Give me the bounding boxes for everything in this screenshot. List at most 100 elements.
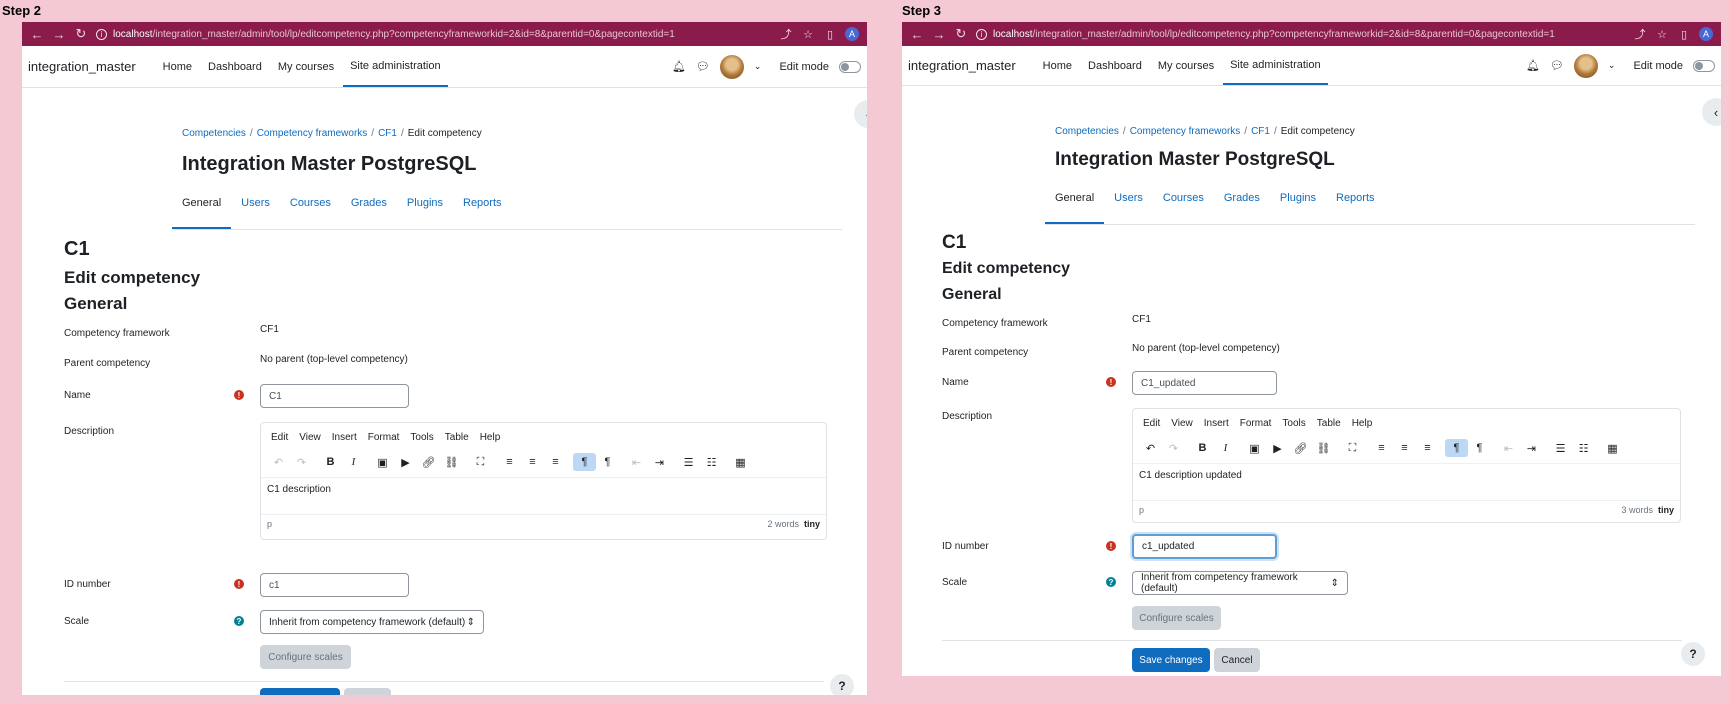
bullet-list-icon[interactable]: ☰ <box>677 453 700 471</box>
name-input[interactable]: C1 <box>260 384 409 408</box>
nav-my-courses[interactable]: My courses <box>271 46 341 87</box>
star-icon[interactable]: ☆ <box>801 28 815 41</box>
nav-home[interactable]: Home <box>156 46 199 87</box>
align-center-icon[interactable]: ≡ <box>1393 439 1416 457</box>
undo-icon[interactable]: ↶ <box>267 453 290 471</box>
forward-icon[interactable]: → <box>932 27 946 42</box>
ltr-icon[interactable]: ¶ <box>1445 439 1468 457</box>
menu-view[interactable]: View <box>1171 418 1193 429</box>
breadcrumb-competencies[interactable]: Competencies <box>1055 126 1119 137</box>
tab-users[interactable]: Users <box>231 197 280 229</box>
tab-reports[interactable]: Reports <box>453 197 512 229</box>
media-icon[interactable]: ▶ <box>394 453 417 471</box>
tab-plugins[interactable]: Plugins <box>1270 192 1326 224</box>
indent-icon[interactable]: ⇥ <box>648 453 671 471</box>
breadcrumb-frameworks[interactable]: Competency frameworks <box>1130 126 1241 137</box>
tab-reports[interactable]: Reports <box>1326 192 1385 224</box>
menu-edit[interactable]: Edit <box>1143 418 1160 429</box>
tab-general[interactable]: General <box>1045 192 1105 224</box>
breadcrumb-competencies[interactable]: Competencies <box>182 128 246 139</box>
redo-icon[interactable]: ↷ <box>290 453 313 471</box>
share-icon[interactable]: ⤴ <box>1633 26 1647 42</box>
save-button[interactable]: Save changes <box>260 688 340 695</box>
tab-general[interactable]: General <box>172 197 232 229</box>
menu-view[interactable]: View <box>299 432 321 443</box>
edit-mode-toggle[interactable] <box>1693 59 1715 72</box>
italic-icon[interactable]: I <box>1214 439 1237 457</box>
fullscreen-icon[interactable]: ⛶ <box>1341 439 1364 457</box>
calculator-icon[interactable]: ▦ <box>1601 439 1624 457</box>
cancel-button[interactable]: Cancel <box>1214 648 1260 672</box>
user-avatar[interactable] <box>1573 53 1598 78</box>
menu-edit[interactable]: Edit <box>271 432 288 443</box>
address-bar[interactable]: i localhost/integration_master/admin/too… <box>976 28 1625 40</box>
edit-mode-toggle[interactable] <box>839 60 861 73</box>
tab-grades[interactable]: Grades <box>341 197 397 229</box>
bell-icon[interactable]: 🔔︎ <box>1526 59 1540 72</box>
tab-users[interactable]: Users <box>1104 192 1153 224</box>
nav-site-administration[interactable]: Site administration <box>343 46 448 87</box>
unlink-icon[interactable]: ⛓︎ <box>440 453 463 471</box>
outdent-icon[interactable]: ⇤ <box>625 453 648 471</box>
numbered-list-icon[interactable]: ☷ <box>1572 439 1595 457</box>
undo-icon[interactable]: ↶ <box>1139 439 1162 457</box>
nav-dashboard[interactable]: Dashboard <box>1081 46 1149 85</box>
scale-select[interactable]: Inherit from competency framework (defau… <box>260 610 484 634</box>
menu-tools[interactable]: Tools <box>1282 418 1305 429</box>
scale-select[interactable]: Inherit from competency framework (defau… <box>1132 571 1348 595</box>
link-icon[interactable]: 🔗︎ <box>1289 439 1312 457</box>
sidepanel-icon[interactable]: ▯ <box>823 28 837 41</box>
bold-icon[interactable]: B <box>319 453 342 471</box>
rtl-icon[interactable]: ¶ <box>1468 439 1491 457</box>
chat-icon[interactable]: 💬︎ <box>696 60 710 73</box>
drawer-toggle-button[interactable]: ‹ <box>854 100 867 128</box>
tab-courses[interactable]: Courses <box>280 197 341 229</box>
menu-table[interactable]: Table <box>1317 418 1341 429</box>
tab-courses[interactable]: Courses <box>1153 192 1214 224</box>
breadcrumb-frameworks[interactable]: Competency frameworks <box>257 128 368 139</box>
nav-my-courses[interactable]: My courses <box>1151 46 1221 85</box>
redo-icon[interactable]: ↷ <box>1162 439 1185 457</box>
description-editor[interactable]: Edit View Insert Format Tools Table Help… <box>260 422 827 540</box>
fullscreen-icon[interactable]: ⛶ <box>469 453 492 471</box>
breadcrumb-cf1[interactable]: CF1 <box>378 128 397 139</box>
tab-grades[interactable]: Grades <box>1214 192 1270 224</box>
info-icon[interactable]: i <box>976 28 987 40</box>
idnumber-input[interactable]: c1_updated <box>1132 534 1277 559</box>
menu-format[interactable]: Format <box>368 432 400 443</box>
indent-icon[interactable]: ⇥ <box>1520 439 1543 457</box>
link-icon[interactable]: 🔗︎ <box>417 453 440 471</box>
italic-icon[interactable]: I <box>342 453 365 471</box>
description-editor[interactable]: Edit View Insert Format Tools Table Help… <box>1132 408 1681 523</box>
align-left-icon[interactable]: ≡ <box>498 453 521 471</box>
site-brand[interactable]: integration_master <box>908 58 1016 73</box>
editor-content[interactable]: C1 description <box>261 478 826 514</box>
chat-icon[interactable]: 💬︎ <box>1550 59 1564 72</box>
chevron-down-icon[interactable]: ⌄ <box>1608 60 1616 71</box>
editor-content[interactable]: C1 description updated <box>1133 464 1680 500</box>
menu-insert[interactable]: Insert <box>332 432 357 443</box>
configure-scales-button[interactable]: Configure scales <box>1132 606 1221 630</box>
ltr-icon[interactable]: ¶ <box>573 453 596 471</box>
image-icon[interactable]: ▣ <box>371 453 394 471</box>
unlink-icon[interactable]: ⛓︎ <box>1312 439 1335 457</box>
image-icon[interactable]: ▣ <box>1243 439 1266 457</box>
menu-help[interactable]: Help <box>480 432 501 443</box>
align-center-icon[interactable]: ≡ <box>521 453 544 471</box>
back-icon[interactable]: ← <box>30 27 44 42</box>
bullet-list-icon[interactable]: ☰ <box>1549 439 1572 457</box>
reload-icon[interactable]: ↻ <box>74 26 88 42</box>
profile-avatar[interactable]: A <box>845 27 859 41</box>
breadcrumb-cf1[interactable]: CF1 <box>1251 126 1270 137</box>
rtl-icon[interactable]: ¶ <box>596 453 619 471</box>
align-right-icon[interactable]: ≡ <box>1416 439 1439 457</box>
nav-home[interactable]: Home <box>1036 46 1079 85</box>
menu-table[interactable]: Table <box>445 432 469 443</box>
reload-icon[interactable]: ↻ <box>954 26 968 42</box>
nav-dashboard[interactable]: Dashboard <box>201 46 269 87</box>
help-button[interactable]: ? <box>1681 642 1705 666</box>
configure-scales-button[interactable]: Configure scales <box>260 645 351 669</box>
bold-icon[interactable]: B <box>1191 439 1214 457</box>
calculator-icon[interactable]: ▦ <box>729 453 752 471</box>
menu-help[interactable]: Help <box>1352 418 1373 429</box>
